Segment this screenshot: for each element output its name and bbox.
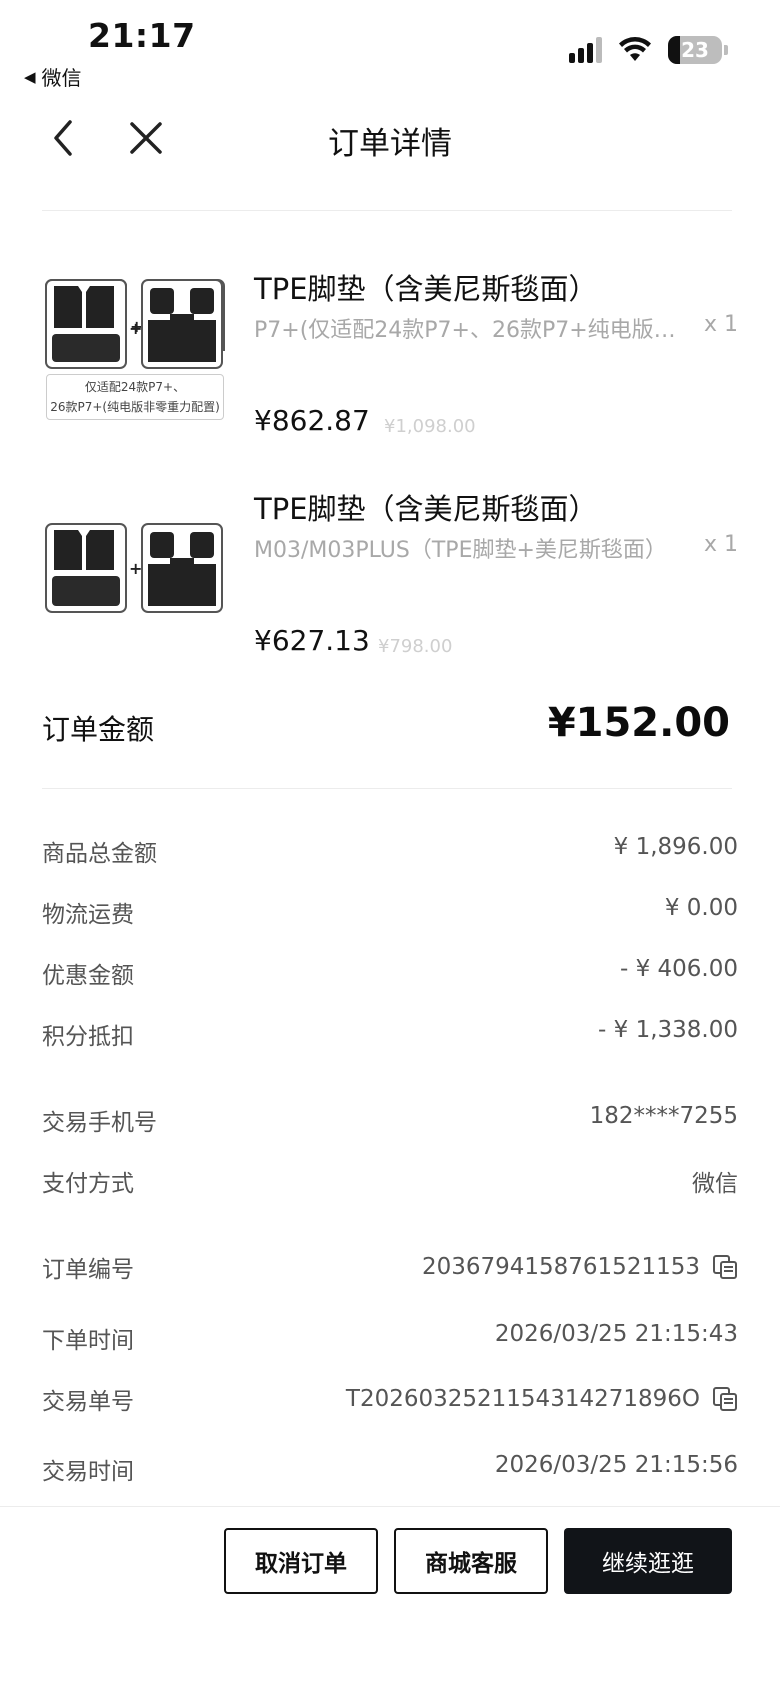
wifi-icon [619,37,651,61]
product-quantity: x 1 [703,312,738,337]
detail-label: 订单编号 [42,1257,134,1283]
order-item[interactable]: + TPE脚垫（含美尼斯毯面） M03/M03PLUS（TPE脚垫+美尼斯毯面）… [42,476,738,676]
detail-row-shipping: 物流运费 ¥ 0.00 [42,895,738,931]
detail-value: 2026/03/25 21:15:56 [494,1452,738,1478]
detail-label: 支付方式 [42,1171,134,1197]
order-item[interactable]: + + 仅适配24款P7+、 26款P7+(纯电版非零重力配置) TPE脚垫（含… [42,256,738,456]
status-icons: 23 [569,36,728,64]
product-price: ¥862.87 [254,404,370,437]
copy-icon[interactable] [712,1386,738,1412]
back-app-label: 微信 [41,66,82,90]
product-title: TPE脚垫（含美尼斯毯面） [254,492,598,526]
bottom-bar-divider [0,1506,780,1507]
copy-icon[interactable] [712,1254,738,1280]
detail-label: 交易单号 [42,1389,134,1415]
product-variant: M03/M03PLUS（TPE脚垫+美尼斯毯面） [254,538,667,563]
detail-value: ¥ 0.00 [664,895,738,921]
detail-row-order-no: 订单编号 2036794158761521153 [42,1250,738,1286]
detail-value: 2036794158761521153 [422,1254,738,1280]
customer-service-button[interactable]: 商城客服 [394,1528,548,1594]
order-total-value: ¥152.00 [547,700,730,746]
svg-text:+: + [129,559,142,578]
detail-label: 交易手机号 [42,1110,157,1136]
battery-icon: 23 [668,36,722,64]
detail-value: - ¥ 1,338.00 [598,1017,738,1043]
detail-value: - ¥ 406.00 [619,956,738,982]
detail-row-points: 积分抵扣 - ¥ 1,338.00 [42,1017,738,1053]
detail-row-discount: 优惠金额 - ¥ 406.00 [42,956,738,992]
detail-value: 2026/03/25 21:15:43 [494,1321,738,1347]
detail-row-phone: 交易手机号 182****7255 [42,1103,738,1139]
detail-row-payment: 支付方式 微信 [42,1164,738,1200]
detail-label: 优惠金额 [42,963,134,989]
detail-row-goods-total: 商品总金额 ¥ 1,896.00 [42,834,738,870]
page-title: 订单详情 [328,126,452,162]
svg-text:+: + [129,319,142,338]
product-image: + + 仅适配24款P7+、 26款P7+(纯电版非零重力配置) [42,256,227,441]
product-variant: P7+(仅适配24款P7+、26款P7+纯电版非零重力配置) [254,318,684,343]
detail-row-order-time: 下单时间 2026/03/25 21:15:43 [42,1321,738,1357]
status-time: 21:17 [88,16,196,55]
back-to-app-link[interactable]: ◀ 微信 [24,62,82,91]
detail-label: 下单时间 [42,1328,134,1354]
detail-label: 商品总金额 [42,841,157,867]
cancel-order-button[interactable]: 取消订单 [224,1528,378,1594]
detail-row-trade-no: 交易单号 T2026032521154314271896O [42,1382,738,1418]
product-price: ¥627.13 [254,624,370,657]
image-caption: 仅适配24款P7+、 26款P7+(纯电版非零重力配置) [46,374,224,420]
detail-value: ¥ 1,896.00 [613,834,738,860]
detail-row-trade-time: 交易时间 2026/03/25 21:15:56 [42,1452,738,1488]
header-divider [42,210,732,211]
cellular-signal-icon [569,37,602,63]
product-quantity: x 1 [703,532,738,557]
continue-shopping-button[interactable]: 继续逛逛 [564,1528,732,1594]
product-image: + [42,476,227,661]
detail-value: 微信 [692,1171,738,1197]
total-divider [42,788,732,789]
detail-value: T2026032521154314271896O [346,1386,738,1412]
back-triangle-icon: ◀ [24,67,36,86]
detail-value: 182****7255 [589,1103,738,1129]
detail-label: 积分抵扣 [42,1024,134,1050]
product-title: TPE脚垫（含美尼斯毯面） [254,272,598,306]
detail-label: 物流运费 [42,902,134,928]
product-original-price: ¥1,098.00 [384,416,476,437]
detail-label: 交易时间 [42,1459,134,1485]
order-total-label: 订单金额 [42,713,155,746]
product-original-price: ¥798.00 [378,636,453,657]
battery-level: 23 [681,38,709,62]
